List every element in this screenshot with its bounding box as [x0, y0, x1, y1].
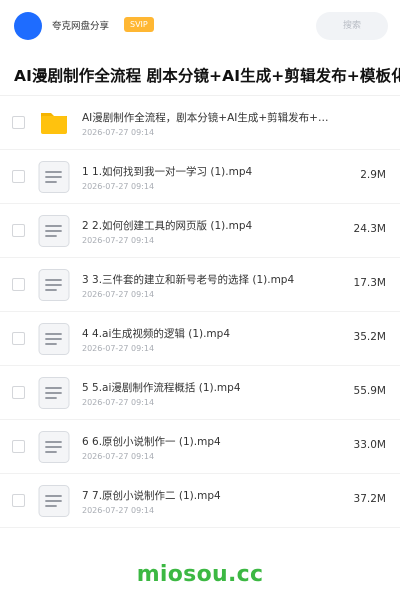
site-watermark: miosou.cc [136, 562, 264, 587]
list-item[interactable]: 5 5.ai漫剧制作流程概括 (1).mp4 2026-07-27 09:14 … [0, 366, 400, 420]
file-date: 2026-07-27 09:14 [82, 398, 155, 407]
file-name: 4 4.ai生成视频的逻辑 (1).mp4 [82, 328, 231, 340]
file-size: 33.0M [353, 439, 386, 451]
svip-badge: SVIP [124, 17, 154, 32]
file-date: 2026-07-27 09:14 [82, 506, 155, 515]
list-item[interactable]: 2 2.如何创建工具的网页版 (1).mp4 2026-07-27 09:14 … [0, 204, 400, 258]
file-size: 17.3M [353, 277, 386, 289]
document-icon [38, 431, 70, 463]
folder-icon [38, 107, 70, 139]
list-item[interactable]: 6 6.原创小说制作一 (1).mp4 2026-07-27 09:14 33.… [0, 420, 400, 474]
select-checkbox[interactable] [12, 386, 25, 399]
file-name: 1 1.如何找到我一对一学习 (1).mp4 [82, 166, 253, 178]
document-icon [38, 269, 70, 301]
file-date: 2026-07-27 09:14 [82, 344, 155, 353]
file-name: 6 6.原创小说制作一 (1).mp4 [82, 436, 221, 448]
file-date: 2026-07-27 09:14 [82, 452, 155, 461]
select-checkbox[interactable] [12, 116, 25, 129]
avatar[interactable] [14, 12, 42, 40]
folder-title-bar: AI漫剧制作全流程 剧本分镜+AI生成+剪辑发布+模板化量产 [0, 52, 400, 96]
file-date: 2026-07-27 09:14 [82, 290, 155, 299]
file-size: 2.9M [360, 169, 386, 181]
document-icon [38, 161, 70, 193]
file-size: 37.2M [353, 493, 386, 505]
share-header: 夸克网盘分享 SVIP 搜索 [0, 0, 400, 52]
list-item[interactable]: 7 7.原创小说制作二 (1).mp4 2026-07-27 09:14 37.… [0, 474, 400, 528]
list-item[interactable]: 4 4.ai生成视频的逻辑 (1).mp4 2026-07-27 09:14 3… [0, 312, 400, 366]
file-date: 2026-07-27 09:14 [82, 236, 155, 245]
file-size: 55.9M [353, 385, 386, 397]
list-item[interactable]: 1 1.如何找到我一对一学习 (1).mp4 2026-07-27 09:14 … [0, 150, 400, 204]
select-checkbox[interactable] [12, 224, 25, 237]
document-icon [38, 485, 70, 517]
file-size: 24.3M [353, 223, 386, 235]
file-name: 3 3.三件套的建立和新号老号的选择 (1).mp4 [82, 274, 295, 286]
search-input[interactable]: 搜索 [316, 12, 388, 40]
select-checkbox[interactable] [12, 332, 25, 345]
select-checkbox[interactable] [12, 440, 25, 453]
file-list: AI漫剧制作全流程，剧本分镜+AI生成+剪辑发布+… 2026-07-27 09… [0, 96, 400, 528]
document-icon [38, 377, 70, 409]
file-name: 7 7.原创小说制作二 (1).mp4 [82, 490, 221, 502]
select-checkbox[interactable] [12, 494, 25, 507]
file-date: 2026-07-27 09:14 [82, 182, 155, 191]
page-title: AI漫剧制作全流程 剧本分镜+AI生成+剪辑发布+模板化量产 [14, 67, 400, 85]
select-checkbox[interactable] [12, 170, 25, 183]
document-icon [38, 215, 70, 247]
list-item[interactable]: AI漫剧制作全流程，剧本分镜+AI生成+剪辑发布+… 2026-07-27 09… [0, 96, 400, 150]
document-icon [38, 323, 70, 355]
file-name: 5 5.ai漫剧制作流程概括 (1).mp4 [82, 382, 241, 394]
file-name: 2 2.如何创建工具的网页版 (1).mp4 [82, 220, 253, 232]
file-size: 35.2M [353, 331, 386, 343]
file-name: AI漫剧制作全流程，剧本分镜+AI生成+剪辑发布+… [82, 112, 329, 124]
app-name: 夸克网盘分享 [52, 21, 110, 32]
file-date: 2026-07-27 09:14 [82, 128, 155, 137]
select-checkbox[interactable] [12, 278, 25, 291]
list-item[interactable]: 3 3.三件套的建立和新号老号的选择 (1).mp4 2026-07-27 09… [0, 258, 400, 312]
